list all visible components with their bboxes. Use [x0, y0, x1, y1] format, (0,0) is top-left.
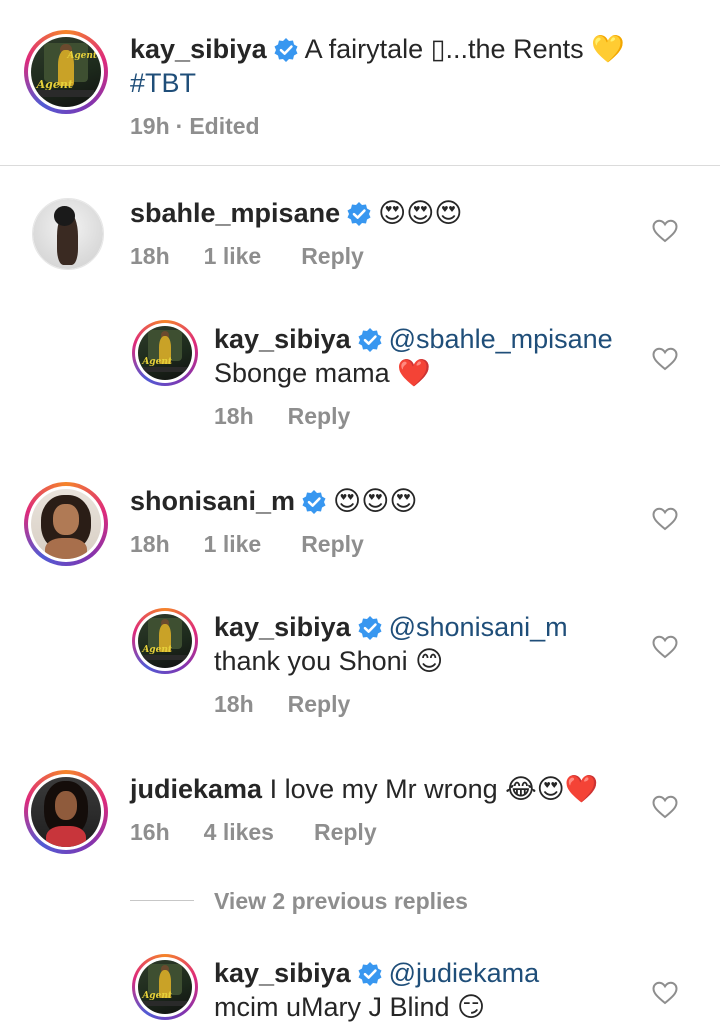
- comment-likes[interactable]: 4 likes: [204, 819, 274, 845]
- caption-time: 19h: [130, 113, 170, 139]
- caption-username[interactable]: kay_sibiya: [130, 34, 267, 64]
- like-heart-icon[interactable]: [652, 795, 678, 819]
- reply-button[interactable]: Reply: [301, 243, 364, 269]
- replies-divider: [130, 900, 194, 901]
- kay-sibiya-avatar[interactable]: Agent: [132, 608, 198, 674]
- laughing-heart-eyes-heart-emoji: 😂😍❤️: [505, 774, 599, 805]
- comment-meta: 18h 1 like Reply: [130, 242, 404, 270]
- reply-mention[interactable]: @shonisani_m: [389, 612, 568, 642]
- comment-time: 18h: [130, 243, 170, 269]
- reply-mention[interactable]: @sbahle_mpisane: [389, 324, 613, 354]
- like-heart-icon[interactable]: [652, 219, 678, 243]
- kay-sibiya-avatar[interactable]: Agent: [132, 954, 198, 1020]
- reply-button[interactable]: Reply: [301, 531, 364, 557]
- reply-meta: 18h Reply: [214, 690, 390, 718]
- caption-text-2: ...the Rents: [445, 34, 592, 64]
- reply-username[interactable]: kay_sibiya: [214, 324, 351, 354]
- shonisani-m-avatar[interactable]: [24, 482, 108, 566]
- yellow-heart-emoji: 💛: [591, 34, 625, 65]
- verified-badge-icon: [356, 327, 383, 353]
- like-heart-icon[interactable]: [652, 347, 678, 371]
- post-caption: Agent Agent kay_sibiya A fairytale ▯...the…: [0, 0, 720, 166]
- reply-time: 18h: [214, 403, 254, 429]
- comment-line: shonisani_m 😍😍😍: [130, 484, 418, 519]
- comment-likes[interactable]: 1 like: [204, 531, 262, 557]
- caption-meta: 19h · Edited: [130, 112, 300, 140]
- reply-button[interactable]: Reply: [314, 819, 377, 845]
- comment-meta: 16h 4 likes Reply: [130, 818, 417, 846]
- reply-line: kay_sibiya @judiekama: [214, 956, 539, 990]
- comment-likes[interactable]: 1 like: [204, 243, 262, 269]
- heart-eyes-emoji: 😍😍😍: [333, 486, 418, 517]
- verified-badge-icon: [356, 615, 383, 641]
- reply-username[interactable]: kay_sibiya: [214, 958, 351, 988]
- reply-time: 18h: [214, 691, 254, 717]
- comment-username[interactable]: sbahle_mpisane: [130, 198, 340, 228]
- smirking-emoji: 😏: [457, 992, 486, 1023]
- caption-text: A fairytale: [304, 34, 431, 64]
- comment-username[interactable]: judiekama: [130, 774, 262, 804]
- sbahle-mpisane-avatar[interactable]: [32, 198, 104, 270]
- caption-hashtag[interactable]: #TBT: [130, 68, 196, 98]
- comment-line: judiekama I love my Mr wrong 😂😍❤️: [130, 772, 598, 807]
- red-heart-emoji: ❤️: [397, 358, 431, 389]
- verified-badge-icon: [301, 489, 327, 515]
- like-heart-icon[interactable]: [652, 507, 678, 531]
- comment-username[interactable]: shonisani_m: [130, 486, 295, 516]
- reply-line: kay_sibiya @sbahle_mpisane: [214, 322, 613, 356]
- heart-eyes-emoji: 😍😍😍: [378, 198, 463, 229]
- view-previous-replies-label[interactable]: View 2 previous replies: [214, 886, 468, 916]
- caption-edited: Edited: [189, 113, 260, 139]
- reply-meta: 18h Reply: [214, 402, 390, 430]
- comment-time: 16h: [130, 819, 170, 845]
- reply-text: mcim uMary J Blind: [214, 992, 458, 1022]
- comment-line: sbahle_mpisane 😍😍😍: [130, 196, 463, 231]
- reply-text: Sbonge mama: [214, 358, 398, 388]
- reply-username[interactable]: kay_sibiya: [214, 612, 351, 642]
- verified-badge-icon: [356, 961, 383, 987]
- reply-line: kay_sibiya @shonisani_m: [214, 610, 568, 644]
- caption-missing-glyph: ▯: [430, 34, 446, 64]
- kay-sibiya-avatar[interactable]: Agent Agent: [24, 30, 108, 114]
- reply-button[interactable]: Reply: [288, 403, 351, 429]
- comment-text: I love my Mr wrong: [262, 774, 506, 804]
- reply-text-line: mcim uMary J Blind 😏: [214, 990, 485, 1025]
- reply-mention[interactable]: @judiekama: [389, 958, 539, 988]
- caption-separator: ·: [175, 113, 184, 139]
- comment-time: 18h: [130, 531, 170, 557]
- reply-button[interactable]: Reply: [288, 691, 351, 717]
- reply-text-line: Sbonge mama ❤️: [214, 356, 431, 391]
- like-heart-icon[interactable]: [652, 981, 678, 1005]
- verified-badge-icon: [272, 37, 299, 63]
- kay-sibiya-avatar[interactable]: Agent: [132, 320, 198, 386]
- comment-meta: 18h 1 like Reply: [130, 530, 404, 558]
- reply-text-line: thank you Shoni 😊: [214, 644, 443, 679]
- like-heart-icon[interactable]: [652, 635, 678, 659]
- verified-badge-icon: [346, 201, 372, 227]
- judiekama-avatar[interactable]: [24, 770, 108, 854]
- reply-text: thank you Shoni: [214, 646, 416, 676]
- smiling-emoji: 😊: [415, 646, 444, 677]
